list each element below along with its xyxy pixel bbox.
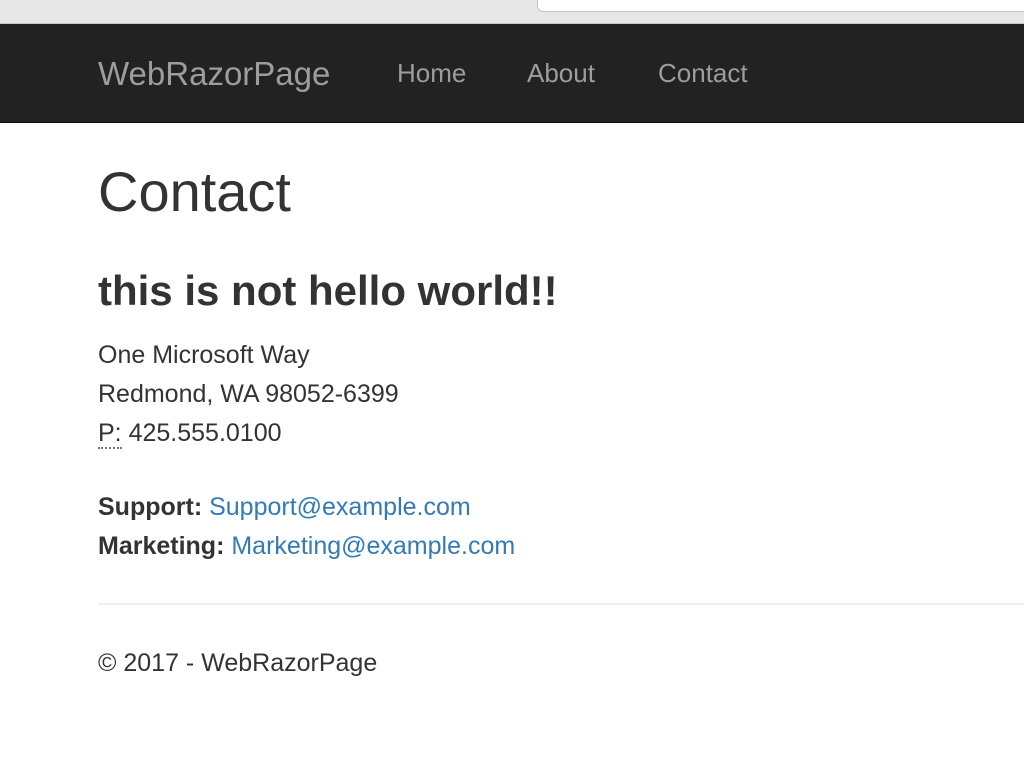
nav-link-home[interactable]: Home	[397, 57, 466, 89]
address-bar[interactable]	[537, 0, 1024, 12]
phone-line: P: 425.555.0100	[98, 414, 399, 453]
footer-divider	[98, 603, 1024, 605]
address-line-2: Redmond, WA 98052-6399	[98, 380, 399, 408]
support-row: Support: Support@example.com	[98, 488, 515, 527]
footer-copyright: © 2017 - WebRazorPage	[98, 649, 378, 677]
marketing-row: Marketing: Marketing@example.com	[98, 527, 515, 566]
address-line-1: One Microsoft Way	[98, 341, 310, 369]
brand-link[interactable]: WebRazorPage	[98, 54, 330, 94]
nav-link-contact[interactable]: Contact	[658, 57, 748, 89]
page-subtitle: this is not hello world!!	[98, 267, 558, 314]
nav-link-about[interactable]: About	[527, 57, 595, 89]
footer: © 2017 - WebRazorPage	[98, 647, 377, 679]
support-label: Support:	[98, 493, 203, 521]
support-email-link[interactable]: Support@example.com	[209, 493, 471, 521]
page-title: Contact	[98, 160, 291, 223]
address-block: One Microsoft Way Redmond, WA 98052-6399…	[98, 336, 399, 453]
phone-number: 425.555.0100	[128, 419, 282, 447]
phone-abbr: P:	[98, 419, 122, 449]
browser-toolbar	[0, 0, 1024, 24]
marketing-email-link[interactable]: Marketing@example.com	[231, 532, 515, 560]
marketing-label: Marketing:	[98, 532, 225, 560]
navbar: WebRazorPage Home About Contact	[0, 24, 1024, 123]
contact-emails: Support: Support@example.com Marketing: …	[98, 488, 515, 566]
